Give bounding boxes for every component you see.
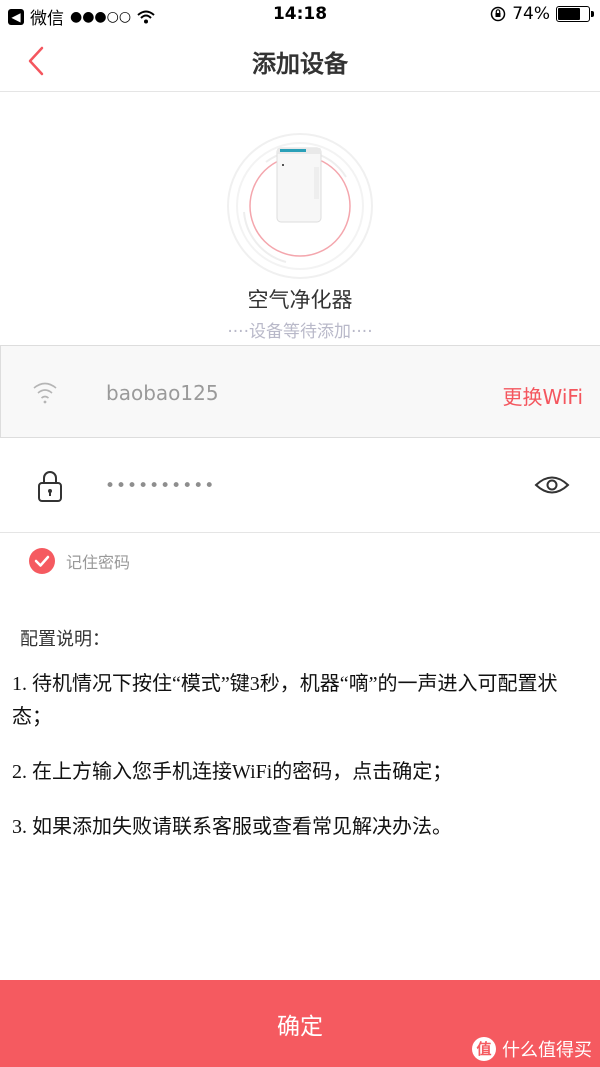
watermark: 值 什么值得买 <box>472 1036 592 1062</box>
remember-password-label: 记住密码 <box>66 553 131 572</box>
device-section: 空气净化器 ····设备等待添加···· <box>0 92 600 345</box>
eye-icon[interactable] <box>534 473 570 497</box>
battery-fill <box>558 8 580 20</box>
password-row <box>0 438 600 533</box>
instructions-list: 1. 待机情况下按住“模式”键3秒，机器“嘀”的一声进入可配置状态； 2. 在上… <box>12 668 582 866</box>
device-name: 空气净化器 <box>247 288 353 312</box>
change-wifi-button[interactable]: 更换WiFi <box>503 381 584 410</box>
nav-bar: 添加设备 <box>0 30 600 92</box>
watermark-text: 什么值得买 <box>502 1040 592 1061</box>
watermark-logo-icon: 值 <box>472 1037 496 1061</box>
device-status: ····设备等待添加···· <box>227 322 373 342</box>
password-input[interactable] <box>105 471 485 501</box>
page-title: 添加设备 <box>252 50 348 78</box>
wifi-ssid: baobao125 <box>106 381 219 405</box>
battery-icon <box>556 6 594 22</box>
air-purifier-image <box>227 133 373 279</box>
checkmark-icon[interactable] <box>28 547 56 575</box>
orientation-lock-icon <box>490 6 506 22</box>
instruction-item: 2. 在上方输入您手机连接WiFi的密码，点击确定； <box>12 761 453 783</box>
remember-password-checkbox[interactable]: 记住密码 <box>28 547 130 575</box>
battery-percent: 74% <box>512 4 550 24</box>
status-bar: ◀ 微信 ●●●○○ 14:18 74% <box>0 0 600 30</box>
instruction-item: 1. 待机情况下按住“模式”键3秒，机器“嘀”的一声进入可配置状态； <box>12 673 558 728</box>
status-right: 74% <box>490 4 594 24</box>
wifi-row: baobao125 更换WiFi <box>0 345 600 438</box>
lock-icon <box>38 471 62 502</box>
instructions-title: 配置说明： <box>20 629 110 650</box>
wifi-icon <box>33 382 57 404</box>
instruction-item: 3. 如果添加失败请联系客服或查看常见解决办法。 <box>12 816 452 838</box>
